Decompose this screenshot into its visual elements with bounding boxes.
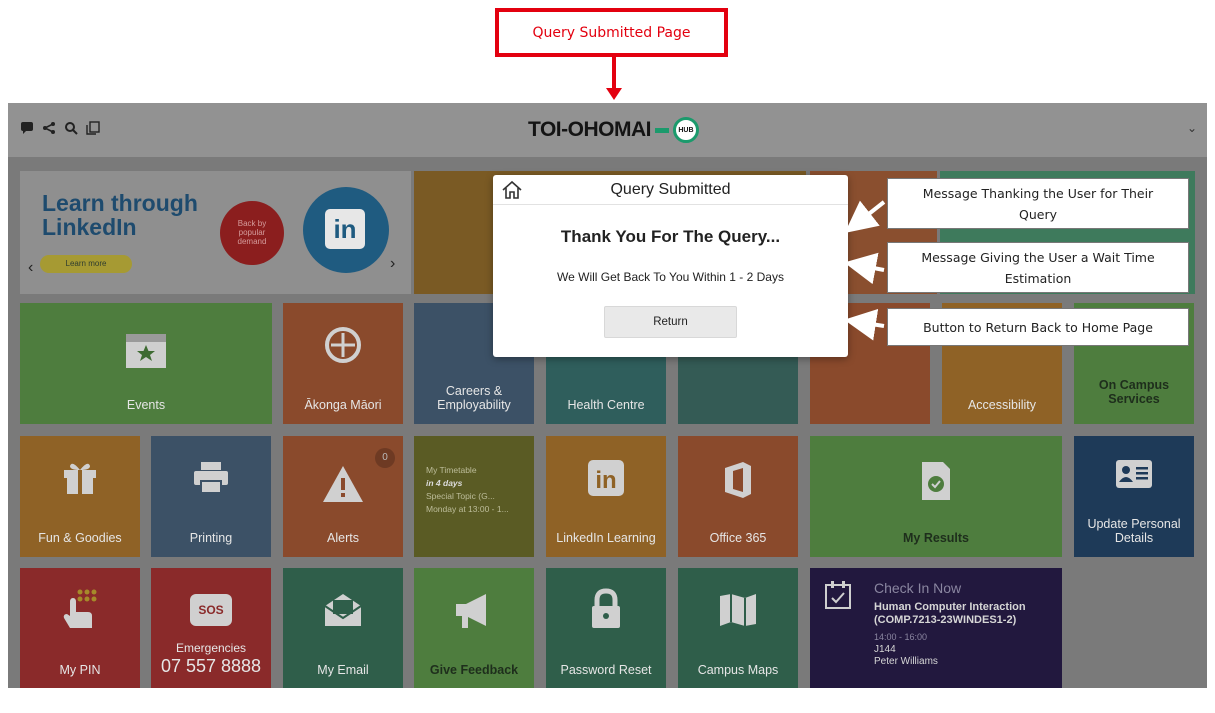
arrow-to-wait [844, 252, 885, 285]
callout-arrows [844, 200, 886, 341]
arrow-to-thanks [844, 200, 886, 233]
arrow-to-return [844, 308, 885, 341]
page: Query Submitted Page TOI-OHOMAI HUB ⌄ Le… [0, 0, 1215, 713]
